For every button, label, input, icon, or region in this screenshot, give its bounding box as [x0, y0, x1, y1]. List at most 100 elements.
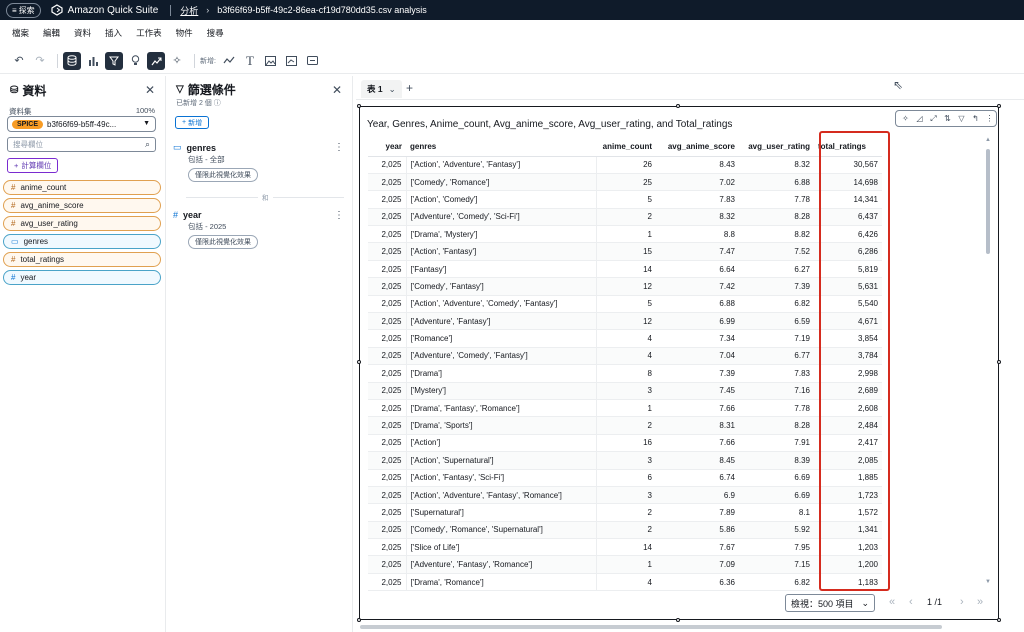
- database-icon[interactable]: [63, 51, 81, 70]
- last-page-icon[interactable]: »: [977, 596, 983, 608]
- cell-genres[interactable]: ['Supernatural']: [405, 503, 597, 522]
- cell-avg-user-rating[interactable]: 7.19: [739, 329, 814, 348]
- cell-total-ratings[interactable]: 1,723: [814, 486, 882, 505]
- filter-icon[interactable]: [105, 51, 123, 70]
- cell-genres[interactable]: ['Action', 'Adventure', 'Fantasy', 'Roma…: [405, 486, 597, 505]
- table-row[interactable]: 2,025 ['Action', 'Adventure', 'Fantasy'] 2…: [368, 156, 882, 174]
- cell-avg-user-rating[interactable]: 7.39: [739, 277, 814, 296]
- cell-avg-anime-score[interactable]: 7.66: [656, 399, 739, 418]
- filter-scope[interactable]: 僅限此視覺化效果: [188, 168, 258, 182]
- table-row[interactable]: 2,025 ['Mystery'] 3 7.45 7.16 2,689: [368, 382, 882, 400]
- cell-year[interactable]: 2,025: [368, 260, 406, 279]
- cell-year[interactable]: 2,025: [368, 416, 406, 435]
- cell-total-ratings[interactable]: 2,689: [814, 382, 882, 400]
- add-sheet-icon[interactable]: +: [406, 81, 413, 95]
- chevron-down-icon[interactable]: ⌄: [389, 84, 396, 95]
- column-header-genres[interactable]: genres: [406, 138, 596, 157]
- table-row[interactable]: 2,025 ['Supernatural'] 2 7.89 8.1 1,572: [368, 503, 882, 522]
- visual-title[interactable]: Year, Genres, Anime_count, Avg_anime_sco…: [367, 119, 732, 130]
- cell-anime-count[interactable]: 3: [596, 382, 656, 400]
- cell-avg-user-rating[interactable]: 6.77: [739, 347, 814, 366]
- cell-avg-anime-score[interactable]: 8.45: [656, 451, 739, 470]
- field-avg-anime-score[interactable]: # avg_anime_score: [3, 198, 161, 213]
- first-page-icon[interactable]: «: [889, 596, 895, 608]
- resize-handle[interactable]: [997, 104, 1001, 108]
- cell-total-ratings[interactable]: 1,341: [814, 521, 882, 540]
- cell-anime-count[interactable]: 2: [596, 521, 656, 540]
- table-row[interactable]: 2,025 ['Adventure', 'Comedy', 'Fantasy'] 4…: [368, 347, 882, 366]
- cell-avg-user-rating[interactable]: 7.78: [739, 190, 814, 209]
- cell-genres[interactable]: ['Adventure', 'Comedy', 'Sci-Fi']: [405, 208, 597, 227]
- cell-avg-anime-score[interactable]: 7.45: [656, 382, 739, 400]
- table-row[interactable]: 2,025 ['Comedy', 'Fantasy'] 12 7.42 7.39 5,63…: [368, 277, 882, 296]
- cell-anime-count[interactable]: 14: [596, 538, 656, 557]
- table-row[interactable]: 2,025 ['Action', 'Comedy'] 5 7.83 7.78 14,341: [368, 190, 882, 209]
- cell-avg-user-rating[interactable]: 7.52: [739, 242, 814, 261]
- tab-sheet-1[interactable]: 表 1 ⌄: [361, 80, 402, 98]
- cell-avg-anime-score[interactable]: 7.42: [656, 277, 739, 296]
- sparkle-icon[interactable]: ✧: [899, 114, 912, 123]
- cell-avg-user-rating[interactable]: 8.28: [739, 416, 814, 435]
- sort-icon[interactable]: ⇅: [941, 114, 954, 123]
- cell-avg-user-rating[interactable]: 6.59: [739, 312, 814, 331]
- line-chart-icon[interactable]: [220, 52, 238, 70]
- table-row[interactable]: 2,025 ['Action', 'Supernatural'] 3 8.45 8.39…: [368, 451, 882, 470]
- menu-object[interactable]: 物件: [176, 27, 193, 39]
- more-options-icon[interactable]: ⋮: [983, 114, 996, 123]
- cell-avg-user-rating[interactable]: 7.16: [739, 382, 814, 400]
- cell-genres[interactable]: ['Adventure', 'Comedy', 'Fantasy']: [405, 347, 597, 366]
- field-genres[interactable]: ▭ genres: [3, 234, 161, 249]
- cell-anime-count[interactable]: 5: [596, 190, 656, 209]
- cell-avg-anime-score[interactable]: 7.47: [656, 242, 739, 261]
- cell-year[interactable]: 2,025: [368, 277, 406, 296]
- cell-genres[interactable]: ['Drama', 'Sports']: [405, 416, 597, 435]
- cell-total-ratings[interactable]: 3,784: [814, 347, 882, 366]
- cell-anime-count[interactable]: 4: [596, 329, 656, 348]
- cell-total-ratings[interactable]: 30,567: [814, 156, 882, 174]
- cell-total-ratings[interactable]: 2,998: [814, 364, 882, 383]
- cell-anime-count[interactable]: 14: [596, 260, 656, 279]
- cell-year[interactable]: 2,025: [368, 295, 406, 314]
- table-row[interactable]: 2,025 ['Adventure', 'Fantasy', 'Romance']…: [368, 555, 882, 574]
- table-row[interactable]: 2,025 ['Adventure', 'Fantasy'] 12 6.99 6.59 4…: [368, 312, 882, 331]
- table-row[interactable]: 2,025 ['Action', 'Fantasy', 'Sci-Fi'] 6 6.7…: [368, 469, 882, 487]
- cell-avg-user-rating[interactable]: 6.82: [739, 295, 814, 314]
- cell-avg-anime-score[interactable]: 7.67: [656, 538, 739, 557]
- menu-data[interactable]: 資料: [74, 27, 91, 39]
- cell-genres[interactable]: ['Drama']: [405, 364, 597, 383]
- cell-year[interactable]: 2,025: [368, 521, 406, 540]
- cell-year[interactable]: 2,025: [368, 173, 406, 192]
- menu-file[interactable]: 檔案: [12, 27, 29, 39]
- cell-anime-count[interactable]: 2: [596, 503, 656, 522]
- cell-avg-anime-score[interactable]: 7.66: [656, 434, 739, 453]
- cell-anime-count[interactable]: 16: [596, 434, 656, 453]
- table-row[interactable]: 2,025 ['Action'] 16 7.66 7.91 2,417: [368, 434, 882, 453]
- cell-avg-user-rating[interactable]: 6.69: [739, 486, 814, 505]
- cell-year[interactable]: 2,025: [368, 156, 406, 174]
- cell-avg-anime-score[interactable]: 6.88: [656, 295, 739, 314]
- cell-avg-anime-score[interactable]: 7.89: [656, 503, 739, 522]
- cell-year[interactable]: 2,025: [368, 225, 406, 244]
- cell-avg-user-rating[interactable]: 7.91: [739, 434, 814, 453]
- cell-genres[interactable]: ['Action', 'Adventure', 'Fantasy']: [405, 156, 597, 174]
- breadcrumb-analysis[interactable]: 分析: [180, 4, 198, 17]
- cell-total-ratings[interactable]: 5,819: [814, 260, 882, 279]
- cell-avg-anime-score[interactable]: 6.99: [656, 312, 739, 331]
- cell-anime-count[interactable]: 8: [596, 364, 656, 383]
- field-avg-user-rating[interactable]: # avg_user_rating: [3, 216, 161, 231]
- previous-page-icon[interactable]: ‹: [909, 596, 913, 608]
- table-row[interactable]: 2,025 ['Action', 'Fantasy'] 15 7.47 7.52 6,28…: [368, 242, 882, 261]
- sparkle-icon[interactable]: ✧: [168, 52, 186, 70]
- cell-avg-anime-score[interactable]: 7.04: [656, 347, 739, 366]
- cell-avg-user-rating[interactable]: 8.1: [739, 503, 814, 522]
- cell-avg-anime-score[interactable]: 7.83: [656, 190, 739, 209]
- expand-icon[interactable]: ⤢: [927, 114, 940, 124]
- cell-total-ratings[interactable]: 6,286: [814, 242, 882, 261]
- table-row[interactable]: 2,025 ['Action', 'Adventure', 'Comedy', '…: [368, 295, 882, 314]
- cell-genres[interactable]: ['Action', 'Comedy']: [405, 190, 597, 209]
- cell-total-ratings[interactable]: 5,540: [814, 295, 882, 314]
- cell-genres[interactable]: ['Action', 'Fantasy', 'Sci-Fi']: [405, 469, 597, 487]
- table-row[interactable]: 2,025 ['Drama', 'Mystery'] 1 8.8 8.82 6,426: [368, 225, 882, 244]
- cell-anime-count[interactable]: 4: [596, 573, 656, 592]
- cell-anime-count[interactable]: 12: [596, 312, 656, 331]
